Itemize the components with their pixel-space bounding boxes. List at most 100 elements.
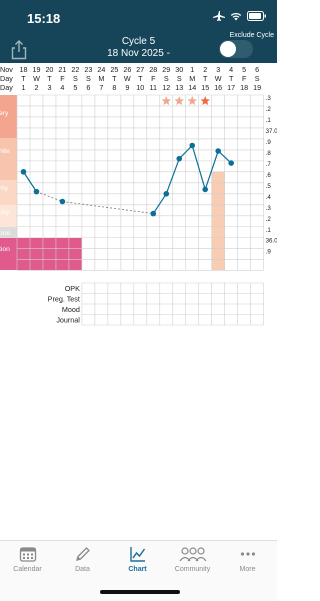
cycle-days-label: 2	[34, 83, 38, 92]
weekdays-label: F	[151, 74, 156, 83]
people-icon	[179, 547, 206, 562]
temp-point[interactable]	[189, 142, 196, 149]
temp-axis-label: .2	[266, 216, 272, 223]
cm-label: one	[0, 230, 11, 237]
weekdays-label: T	[229, 74, 234, 83]
cycle-days-label: 9	[125, 83, 129, 92]
row-label: Day	[0, 83, 13, 92]
wifi-icon	[230, 12, 242, 21]
tab-label-data: Data	[75, 566, 90, 573]
cycle-days-label: 8	[112, 83, 116, 92]
tab-label-chart: Chart	[128, 566, 147, 573]
temp-axis-label: .1	[266, 227, 272, 234]
dates-label: 25	[110, 65, 118, 74]
cm-band	[0, 138, 17, 180]
dates-label: 6	[255, 65, 259, 74]
extra-row-label: OPK	[65, 284, 80, 293]
weekdays-label: S	[164, 74, 169, 83]
dates-label: 2	[203, 65, 207, 74]
cycle-days-label: 7	[99, 83, 103, 92]
temp-point[interactable]	[33, 188, 40, 195]
home-indicator	[100, 590, 180, 594]
weekdays-label: T	[112, 74, 117, 83]
pencil-icon	[75, 547, 90, 561]
temp-point[interactable]	[228, 160, 234, 166]
cycle-days-label: 16	[214, 83, 222, 92]
weekdays-label: S	[255, 74, 260, 83]
weekdays-label: S	[86, 74, 91, 83]
temp-axis-label: .3	[266, 95, 272, 102]
exclude-cycle-toggle[interactable]	[219, 40, 253, 58]
cycle-days-label: 4	[60, 83, 64, 92]
dates-label: 19	[32, 65, 40, 74]
tab-label-community: Community	[174, 566, 211, 573]
cm-label: ery	[0, 110, 9, 117]
temp-axis-label: .6	[266, 172, 272, 179]
temp-point[interactable]	[202, 186, 209, 193]
dates-label: 1	[190, 65, 194, 74]
tab-calendar[interactable]: Calendar	[0, 545, 55, 573]
tab-chart[interactable]: Chart	[110, 545, 165, 573]
temp-point[interactable]	[163, 191, 170, 197]
temp-axis-label: .9	[266, 139, 272, 146]
temp-axis-label: .2	[266, 106, 272, 113]
cycle-days-label: 13	[175, 83, 183, 92]
cm-label: cky	[0, 209, 10, 216]
cm-label: nite	[0, 148, 10, 155]
dates-label: 22	[71, 65, 79, 74]
extra-row-label: Preg. Test	[48, 295, 80, 304]
star-icon	[174, 96, 185, 106]
chart-icon	[129, 547, 145, 562]
star-icon	[187, 96, 197, 106]
dates-label: 24	[97, 65, 105, 74]
weekdays-label: T	[203, 74, 208, 83]
temp-axis-label: 36.0	[266, 238, 277, 245]
temp-point[interactable]	[215, 148, 221, 154]
cycle-days-label: 12	[162, 83, 170, 92]
dates-label: 26	[123, 65, 131, 74]
cycle-days-label: 10	[136, 83, 144, 92]
cm-label: my	[0, 185, 9, 192]
tab-label-more: More	[239, 566, 256, 573]
exclude-cycle-label: Exclude Cycle	[229, 32, 274, 39]
dates-label: 30	[175, 65, 183, 74]
temp-axis-label: .5	[266, 183, 272, 190]
weekdays-label: T	[21, 74, 26, 83]
app-header: 15:18 Cycle 5 18 Nov 2025 - Exclude Cycl…	[0, 0, 277, 63]
weekdays-label: T	[138, 74, 143, 83]
cycle-days-label: 18	[240, 83, 248, 92]
row-label: Day	[0, 74, 13, 83]
temp-point[interactable]	[150, 210, 157, 217]
more-icon	[240, 552, 255, 556]
star-icon	[200, 96, 210, 106]
calendar-icon	[19, 547, 36, 562]
dates-label: 5	[242, 65, 246, 74]
extra-row-label: Mood	[62, 305, 80, 314]
cycle-chart[interactable]: NovDayDay18 19 20 21 22 23 24 25 26 27 28 29 30 1 2 3 4 5…	[0, 63, 277, 493]
cm-band	[0, 180, 17, 205]
temp-point[interactable]	[59, 198, 66, 205]
tab-community[interactable]: Community	[165, 545, 220, 573]
dates-label: 23	[84, 65, 92, 74]
extra-row-label: Journal	[56, 316, 80, 325]
weekdays-label: M	[189, 74, 195, 83]
cycle-days-label: 6	[86, 83, 90, 92]
tab-label-calendar: Calendar	[13, 566, 42, 573]
temp-axis-label: .4	[266, 194, 272, 201]
cycle-days-label: 14	[188, 83, 196, 92]
cycle-days-label: 3	[47, 83, 51, 92]
temp-point[interactable]	[20, 169, 27, 175]
cycle-days-label: 5	[73, 83, 77, 92]
temp-axis-label: .7	[266, 161, 272, 168]
tab-data[interactable]: Data	[55, 545, 110, 573]
temp-axis-label: .8	[266, 150, 272, 157]
temp-point[interactable]	[176, 155, 183, 162]
dates-label: 28	[149, 65, 157, 74]
dates-label: 29	[162, 65, 170, 74]
dates-label: 18	[19, 65, 27, 74]
row-label: Nov	[0, 65, 13, 74]
tab-more[interactable]: More	[220, 545, 275, 573]
temp-axis-label: 37.0	[266, 128, 277, 135]
weekdays-label: W	[33, 74, 40, 83]
cycle-days-label: 11	[150, 83, 157, 92]
